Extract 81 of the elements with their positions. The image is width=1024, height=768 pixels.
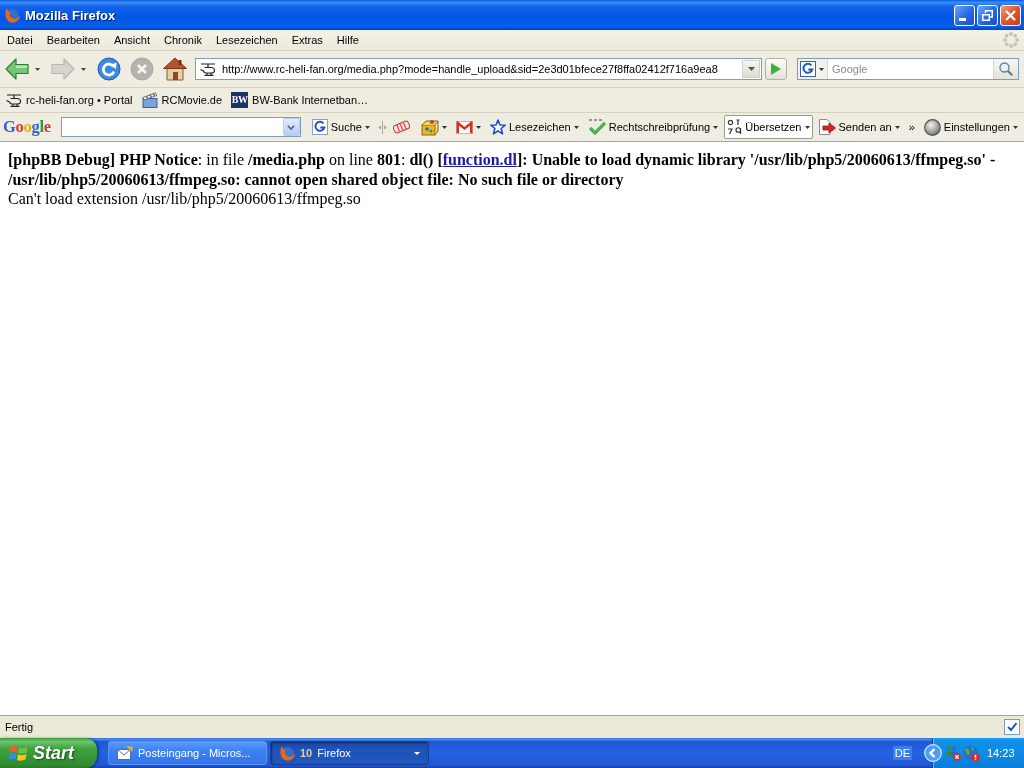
users-error-icon[interactable] — [945, 745, 961, 761]
menu-item[interactable]: Bearbeiten — [39, 31, 107, 49]
chevron-left-icon — [924, 744, 942, 762]
tick-icon — [587, 119, 606, 135]
settings-button[interactable]: Einstellungen — [920, 115, 1021, 139]
right-arrow-icon — [51, 58, 75, 80]
address-dropdown-button[interactable] — [742, 60, 760, 78]
bookmark-item[interactable]: BW BW-Bank Internetban… — [228, 90, 372, 110]
search-icon — [999, 62, 1013, 76]
reload-button[interactable] — [95, 55, 123, 83]
minimize-button[interactable] — [954, 4, 975, 26]
mail-icon — [117, 746, 133, 760]
more-button[interactable]: » — [905, 115, 918, 139]
letter-g-icon — [800, 61, 816, 77]
caret-icon — [747, 67, 755, 71]
error-message: Can't load extension /usr/lib/php5/20060613/ffmpeg.so — [8, 189, 362, 209]
menu-item[interactable]: Chronik — [157, 31, 209, 49]
globe-alert-icon[interactable] — [963, 744, 980, 762]
left-arrow-icon — [5, 58, 29, 80]
menu-item[interactable]: Hilfe — [329, 31, 366, 49]
google-logo: Google — [3, 117, 51, 137]
cube-icon — [420, 118, 439, 136]
windows-flag-icon — [9, 744, 28, 762]
helicopter-icon — [200, 62, 216, 76]
caret-icon — [35, 67, 40, 71]
menu-item[interactable]: Ansicht — [106, 31, 157, 49]
send-button[interactable]: Senden an — [815, 115, 903, 139]
menu-item[interactable]: Datei — [0, 31, 40, 49]
play-icon — [771, 63, 781, 75]
address-field[interactable]: http://www.rc-heli-fan.org/media.php?mode=handle_upload&sid=2e3d01bfece27f8ffa02412f716a9ea8 — [195, 58, 762, 80]
loading-indicator-icon — [1003, 32, 1019, 48]
minimize-icon — [959, 17, 966, 21]
menu-item[interactable]: Lesezeichen — [208, 31, 285, 49]
spellcheck-button[interactable]: Rechtschreibprüfung — [584, 115, 722, 139]
page-arrow-icon — [818, 119, 836, 135]
bookmark-item[interactable]: rc-heli-fan.org • Portal — [3, 91, 136, 109]
start-button[interactable]: Start — [0, 738, 97, 768]
close-icon — [1005, 9, 1016, 21]
chevron-down-icon — [287, 124, 296, 130]
caret-icon — [819, 67, 824, 71]
caret-icon — [414, 751, 420, 755]
window-title: Mozilla Firefox — [25, 7, 116, 23]
bookmark-item[interactable]: RCMovie.de — [138, 90, 226, 110]
helicopter-icon — [6, 93, 22, 107]
go-button[interactable] — [765, 58, 787, 80]
menu-item[interactable]: Extras — [284, 31, 330, 49]
house-icon — [163, 57, 187, 81]
function-link[interactable]: function.dl — [442, 151, 517, 168]
bookmarks-button[interactable]: Lesezeichen — [486, 115, 582, 139]
taskbar-button[interactable]: Posteingang - Micros... — [108, 741, 267, 765]
search-box[interactable]: Google — [797, 58, 1019, 80]
browser-logo-icon — [279, 745, 295, 761]
restore-button[interactable] — [977, 4, 998, 26]
status-text: Fertig — [5, 721, 34, 733]
toolbar-search-field[interactable] — [60, 117, 301, 137]
restore-icon — [982, 9, 993, 21]
home-button[interactable] — [161, 55, 189, 83]
debug-notice: [phpBB Debug] PHP Notice: in file /media.php on line 801: dl() [function.dl]: Unable to load dynamic library '/usr/lib/php5/20060613/ffmpeg.so' - /usr/lib/php5/20060613/ffmpeg.so: cannot open shared object file: No such file or directory — [8, 150, 997, 189]
translate-icon — [727, 119, 743, 135]
envelope-icon — [455, 120, 473, 134]
reload-icon — [97, 57, 121, 81]
search-engine-button[interactable] — [798, 59, 828, 79]
show-hidden-icons-button[interactable] — [924, 744, 942, 762]
resize-handle-icon[interactable] — [377, 120, 387, 134]
browser-logo-icon — [4, 7, 20, 23]
search-button[interactable]: Suche — [308, 115, 373, 139]
close-button[interactable] — [1000, 4, 1021, 26]
sphere-icon — [923, 118, 941, 136]
clapperboard-icon — [141, 92, 158, 108]
bandage-icon — [391, 120, 411, 134]
caret-icon — [81, 67, 86, 71]
search-button[interactable] — [993, 59, 1018, 79]
translate-button[interactable]: Übersetzen — [724, 115, 813, 139]
letter-g-icon — [311, 119, 328, 135]
checkmark-icon — [1004, 719, 1020, 735]
clock: 14:23 — [987, 747, 1015, 759]
language-indicator[interactable]: DE — [892, 746, 912, 760]
star-icon — [489, 119, 506, 135]
stop-icon — [130, 57, 154, 81]
taskbar-button[interactable]: 10 Firefox — [270, 741, 429, 765]
search-history-button[interactable] — [282, 118, 300, 136]
